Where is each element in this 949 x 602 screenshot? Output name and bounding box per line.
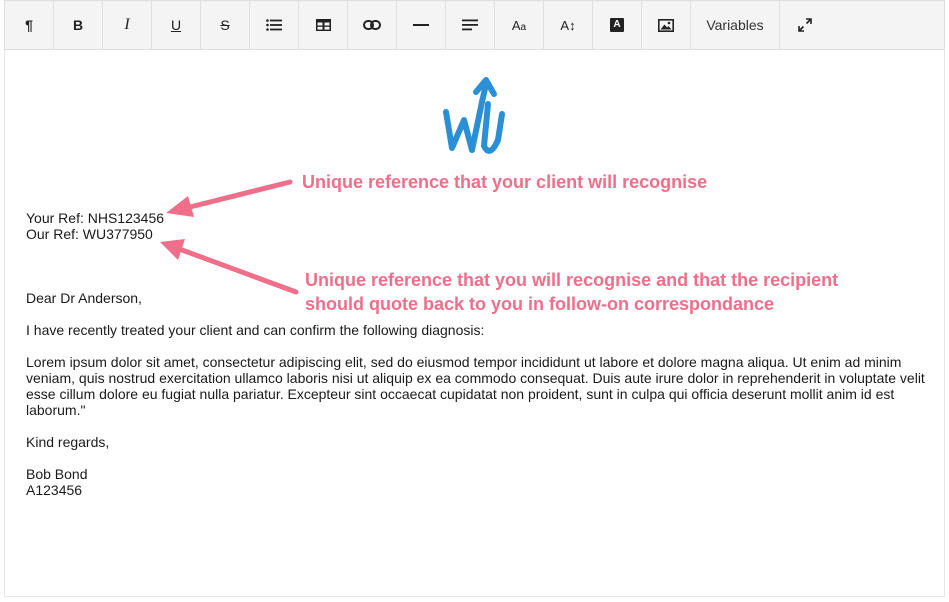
salutation: Dear Dr Anderson,: [26, 290, 142, 306]
our-ref: Our Ref: WU377950: [26, 226, 153, 242]
your-ref-annotation: Unique reference that your client will r…: [302, 172, 708, 192]
signature-name: Bob Bond: [26, 466, 88, 482]
diagnosis-text: Lorem ipsum dolor sit amet, consectetur …: [26, 354, 925, 418]
intro-text: I have recently treated your client and …: [26, 322, 485, 338]
letter-body: Your Ref: NHS123456 Our Ref: WU377950 De…: [26, 210, 931, 498]
signature-id: A123456: [26, 482, 83, 498]
your-ref: Your Ref: NHS123456: [26, 210, 165, 226]
closing: Kind regards,: [26, 434, 110, 450]
